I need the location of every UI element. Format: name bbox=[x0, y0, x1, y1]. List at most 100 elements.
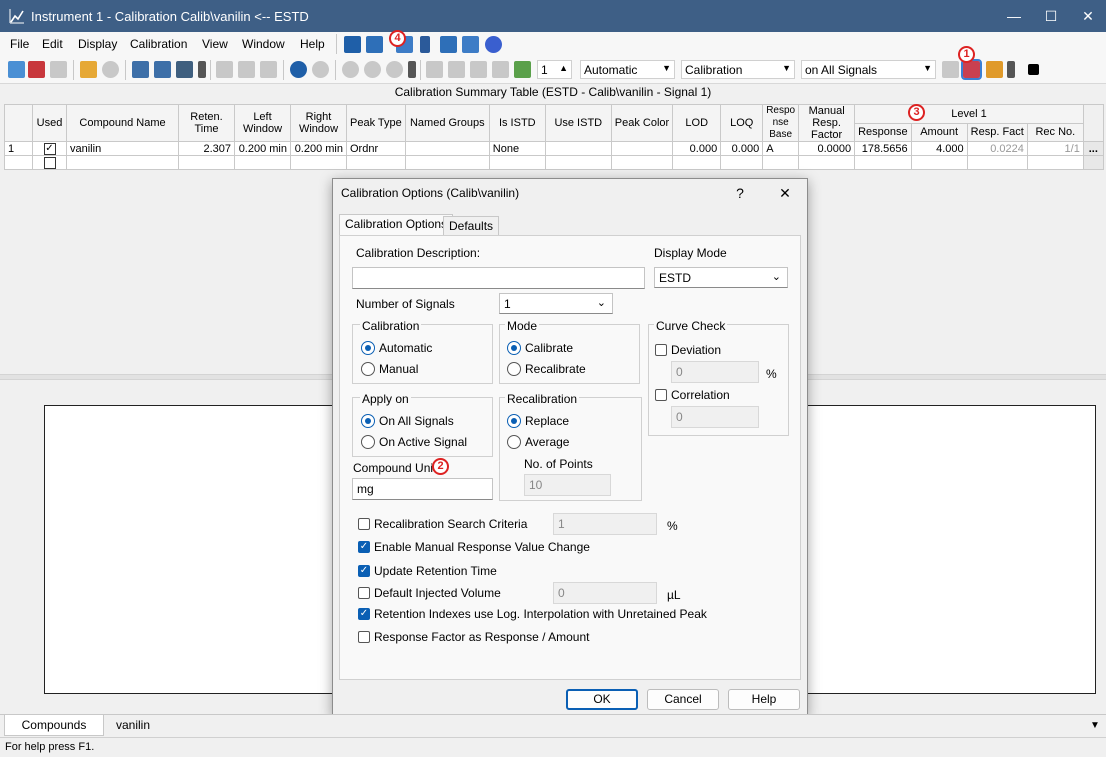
col-amount[interactable]: Amount bbox=[910, 122, 968, 142]
recal-average-radio[interactable]: Average bbox=[507, 435, 569, 449]
col-left-window[interactable]: Left Window bbox=[234, 104, 291, 142]
cell-peak-type[interactable]: Ordnr bbox=[346, 141, 406, 156]
menu-edit[interactable]: Edit bbox=[42, 37, 63, 51]
col-loq[interactable]: LOQ bbox=[720, 104, 764, 142]
report-icon[interactable] bbox=[440, 36, 457, 53]
paste-icon[interactable] bbox=[260, 61, 277, 78]
default-injected-volume-checkbox[interactable]: Default Injected Volume bbox=[358, 587, 501, 600]
col-peak-color[interactable]: Peak Color bbox=[610, 104, 674, 142]
print-icon[interactable] bbox=[176, 61, 193, 78]
col-rec-no[interactable]: Rec No. bbox=[1026, 122, 1084, 142]
color-square-icon[interactable] bbox=[1028, 64, 1039, 75]
zoom-out-icon[interactable] bbox=[364, 61, 381, 78]
cancel-button[interactable]: Cancel bbox=[647, 689, 719, 710]
table-row[interactable]: 1 ✓ vanilin 2.307 0.200 min 0.200 min Or… bbox=[4, 141, 1104, 156]
redo-icon[interactable] bbox=[312, 61, 329, 78]
zoom-icon[interactable] bbox=[386, 61, 403, 78]
minimize-icon[interactable]: — bbox=[1004, 6, 1024, 26]
tab-compounds[interactable]: Compounds bbox=[4, 715, 104, 736]
peak-disabled-icon[interactable] bbox=[942, 61, 959, 78]
col-resp-fact[interactable]: Resp. Fact bbox=[966, 122, 1028, 142]
cell-response[interactable]: 178.5656 bbox=[854, 141, 912, 156]
calibration-automatic-radio[interactable]: Automatic bbox=[361, 341, 432, 355]
menu-display[interactable]: Display bbox=[78, 37, 117, 51]
print-dropdown-icon[interactable] bbox=[198, 61, 206, 78]
menu-calibration[interactable]: Calibration bbox=[130, 37, 187, 51]
col-reten[interactable]: Reten. Time bbox=[178, 104, 235, 142]
used-checkbox[interactable]: ✓ bbox=[32, 141, 67, 156]
cell-right-window[interactable]: 0.200 min bbox=[290, 141, 347, 156]
close-icon[interactable]: ✕ bbox=[774, 183, 796, 203]
cell-is-istd[interactable]: None bbox=[488, 141, 546, 156]
open-method-icon[interactable] bbox=[28, 61, 45, 78]
level-spinner[interactable]: 1 ▲ bbox=[537, 60, 572, 79]
default-injected-volume-input[interactable]: 0 bbox=[553, 582, 657, 604]
col-right-window[interactable]: Right Window bbox=[290, 104, 347, 142]
menu-view[interactable]: View bbox=[202, 37, 228, 51]
cell-manual-resp[interactable]: 0.0000 bbox=[798, 141, 856, 156]
calibration-manual-radio[interactable]: Manual bbox=[361, 362, 418, 376]
tab-defaults[interactable]: Defaults bbox=[443, 216, 500, 236]
help-icon[interactable]: ? bbox=[729, 183, 751, 203]
more-button[interactable]: ... bbox=[1082, 141, 1104, 156]
retention-indexes-checkbox[interactable]: ✓ Retention Indexes use Log. Interpolatio… bbox=[358, 608, 707, 621]
recal-replace-radio[interactable]: Replace bbox=[507, 414, 569, 428]
method-icon[interactable] bbox=[344, 36, 361, 53]
correlation-input[interactable]: 0 bbox=[671, 406, 759, 428]
signals-combo[interactable]: on All Signals ▼ bbox=[801, 60, 936, 79]
number-of-signals-select[interactable]: 1 ⌄ bbox=[499, 293, 613, 314]
deviation-checkbox[interactable]: Deviation bbox=[655, 344, 721, 357]
calibration-description-input[interactable] bbox=[352, 267, 645, 289]
settings-icon[interactable] bbox=[485, 36, 502, 53]
col-response[interactable]: Response bbox=[854, 122, 912, 142]
copy-icon[interactable] bbox=[238, 61, 255, 78]
col-manual-resp[interactable]: Manual Resp. Factor bbox=[798, 104, 856, 142]
cell-loq[interactable]: 0.000 bbox=[720, 141, 764, 156]
cut-icon[interactable] bbox=[216, 61, 233, 78]
menu-window[interactable]: Window bbox=[242, 37, 285, 51]
col-compound[interactable]: Compound Name bbox=[66, 104, 179, 142]
mode-calibrate-radio[interactable]: Calibrate bbox=[507, 341, 573, 355]
tabs-dropdown-icon[interactable]: ▼ bbox=[1090, 720, 1100, 731]
print-preview-icon[interactable] bbox=[132, 61, 149, 78]
peak-icon-3[interactable] bbox=[470, 61, 487, 78]
cell-left-window[interactable]: 0.200 min bbox=[234, 141, 291, 156]
menu-file[interactable]: File bbox=[10, 37, 29, 51]
peak-icon-4[interactable] bbox=[492, 61, 509, 78]
filter-icon[interactable] bbox=[986, 61, 1003, 78]
col-named-groups[interactable]: Named Groups bbox=[404, 104, 490, 142]
folder-icon[interactable] bbox=[80, 61, 97, 78]
ok-button[interactable]: OK bbox=[566, 689, 638, 710]
zoom-print-icon[interactable] bbox=[154, 61, 171, 78]
col-lod[interactable]: LOD bbox=[672, 104, 722, 142]
cell-resp-base[interactable]: A bbox=[762, 141, 800, 156]
used-checkbox-empty[interactable] bbox=[32, 155, 67, 170]
mode-combo[interactable]: Automatic ▼ bbox=[580, 60, 675, 79]
calibration-options-icon[interactable] bbox=[961, 59, 982, 80]
undo-icon[interactable] bbox=[290, 61, 307, 78]
cell-use-istd[interactable] bbox=[544, 141, 612, 156]
zoom-in-icon[interactable] bbox=[342, 61, 359, 78]
new-icon[interactable] bbox=[8, 61, 25, 78]
vial-icon[interactable] bbox=[420, 36, 430, 53]
enable-manual-response-checkbox[interactable]: ✓ Enable Manual Response Value Change bbox=[358, 541, 590, 554]
cell-lod[interactable]: 0.000 bbox=[672, 141, 722, 156]
spinner-arrows-icon[interactable]: ▲ bbox=[559, 63, 568, 73]
peak-icon-2[interactable] bbox=[448, 61, 465, 78]
zoom-dropdown-icon[interactable] bbox=[408, 61, 416, 78]
cell-amount[interactable]: 4.000 bbox=[910, 141, 968, 156]
maximize-icon[interactable]: ☐ bbox=[1041, 6, 1061, 26]
col-use-istd[interactable]: Use ISTD bbox=[544, 104, 612, 142]
col-resp-base[interactable]: Respo nse Base bbox=[762, 104, 800, 142]
col-peak-type[interactable]: Peak Type bbox=[346, 104, 406, 142]
help-button[interactable]: Help bbox=[728, 689, 800, 710]
table-row-empty[interactable] bbox=[4, 155, 1104, 170]
mode-recalibrate-radio[interactable]: Recalibrate bbox=[507, 362, 586, 376]
cell-compound[interactable]: vanilin bbox=[66, 141, 179, 156]
peak-icon-1[interactable] bbox=[426, 61, 443, 78]
cell-peak-color[interactable] bbox=[610, 141, 674, 156]
correlation-checkbox[interactable]: Correlation bbox=[655, 389, 730, 402]
cell-named-groups[interactable] bbox=[404, 141, 490, 156]
col-is-istd[interactable]: Is ISTD bbox=[488, 104, 546, 142]
save-icon[interactable] bbox=[50, 61, 67, 78]
